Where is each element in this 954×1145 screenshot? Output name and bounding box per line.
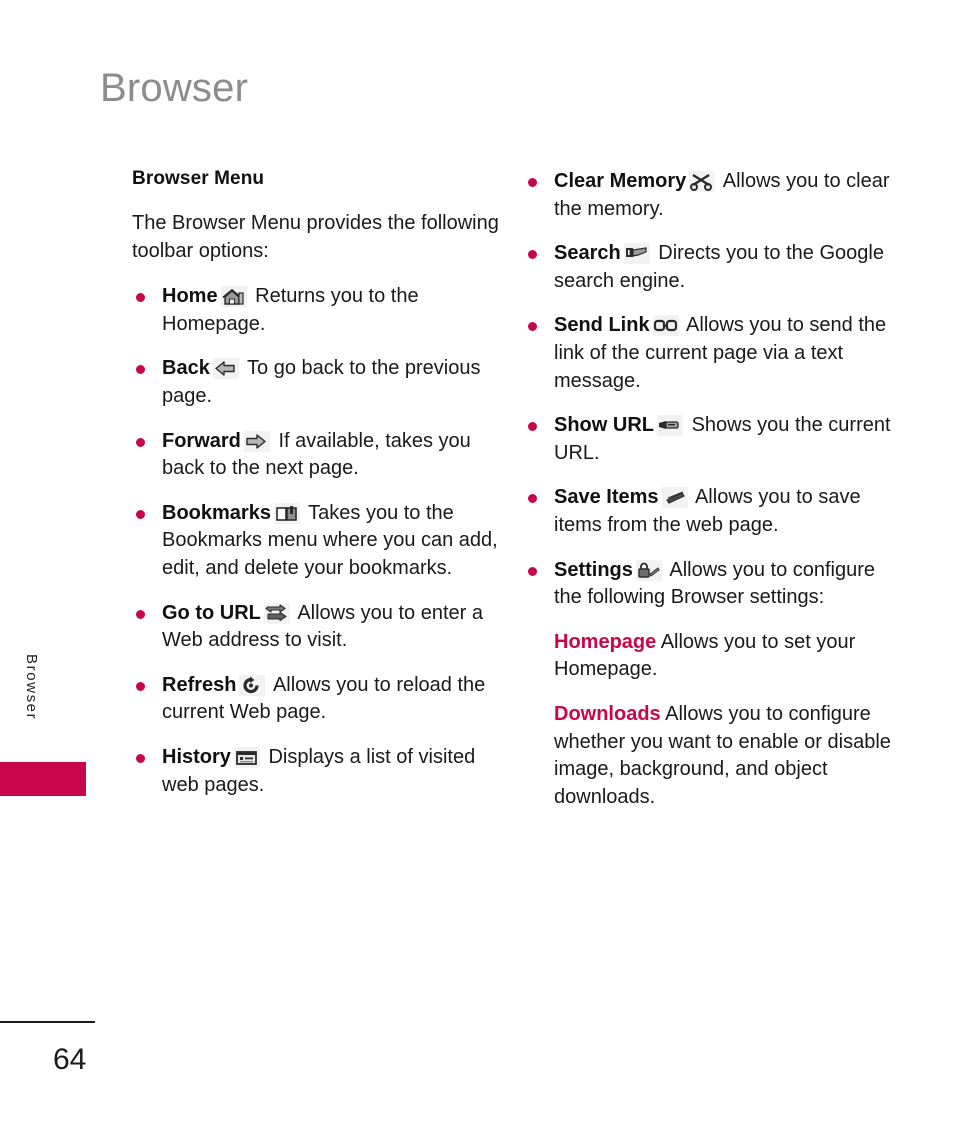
- term-label: Home: [162, 285, 218, 308]
- list-item: Go to URL Allows you to enter a Web addr…: [132, 600, 500, 655]
- bullet-dot-icon: [136, 609, 145, 619]
- settings-sub-item-homepage: Homepage Allows you to set your Homepage…: [524, 629, 892, 684]
- section-title: Browser Menu: [132, 168, 265, 189]
- chain-link-icon: [652, 315, 679, 337]
- term-label: Bookmarks: [162, 501, 271, 524]
- footer-divider: [0, 1021, 95, 1023]
- term-label: Search: [554, 242, 621, 265]
- side-tab-label: Browser: [23, 654, 40, 721]
- bullet-dot-icon: [528, 494, 537, 504]
- list-item: Send Link Allows you to send the link of…: [524, 312, 892, 395]
- side-tab: Browser: [0, 640, 86, 820]
- page-title: Browser: [100, 66, 249, 110]
- page-number: 64: [53, 1043, 87, 1076]
- bullet-dot-icon: [528, 566, 537, 576]
- bullet-dot-icon: [136, 437, 145, 447]
- list-item: History Displays a list of visited web p…: [132, 744, 500, 799]
- left-column: Browser Menu The Browser Menu provides t…: [132, 168, 500, 816]
- settings-sub-item-downloads: Downloads Allows you to configure whethe…: [524, 701, 892, 811]
- term-label: Show URL: [554, 414, 654, 437]
- bullet-dot-icon: [528, 422, 537, 432]
- goto-arrow-icon: [263, 602, 290, 624]
- bullet-dot-icon: [136, 681, 145, 691]
- list-item: Search Directs you to the Google search …: [524, 240, 892, 295]
- term-label: Back: [162, 357, 210, 380]
- bullet-dot-icon: [136, 509, 145, 519]
- list-item: Home Returns you to the Homepage.: [132, 283, 500, 338]
- save-items-icon: [661, 487, 688, 509]
- show-url-icon: [657, 415, 683, 437]
- list-item: Forward If available, takes you back to …: [132, 428, 500, 483]
- list-item: Refresh Allows you to reload the current…: [132, 672, 500, 727]
- sub-term-label: Downloads: [554, 702, 661, 725]
- bullet-dot-icon: [528, 322, 537, 332]
- term-label: Settings: [554, 558, 633, 581]
- history-card-icon: [233, 746, 260, 768]
- term-label: Go to URL: [162, 601, 261, 624]
- list-item: Clear Memory Allows you to clear the mem…: [524, 168, 892, 223]
- house-icon: [220, 286, 247, 308]
- list-item: Bookmarks Takes you to the Bookmarks men…: [132, 500, 500, 583]
- bullet-dot-icon: [136, 293, 145, 303]
- bullet-dot-icon: [136, 753, 145, 763]
- term-label: History: [162, 745, 231, 768]
- term-label: Refresh: [162, 673, 237, 696]
- list-item: Show URL Shows you the current URL.: [524, 412, 892, 467]
- bullet-dot-icon: [136, 365, 145, 375]
- right-column: Clear Memory Allows you to clear the mem…: [524, 168, 892, 828]
- list-item: Save Items Allows you to save items from…: [524, 484, 892, 539]
- padlock-icon: [635, 559, 662, 581]
- term-label: Send Link: [554, 314, 650, 337]
- term-label: Save Items: [554, 486, 659, 509]
- bullet-dot-icon: [528, 250, 537, 260]
- term-label: Clear Memory: [554, 170, 687, 192]
- list-item: Settings Allows you to configure the fol…: [524, 557, 892, 612]
- term-label: Forward: [162, 429, 241, 452]
- intro-paragraph: The Browser Menu provides the following …: [132, 212, 499, 262]
- left-bullet-list: Home Returns you to the Homepage. Back T…: [132, 283, 500, 799]
- refresh-icon: [239, 674, 266, 696]
- search-magnifier-icon: [623, 243, 650, 265]
- left-arrow-icon: [212, 358, 239, 380]
- right-bullet-list: Clear Memory Allows you to clear the mem…: [524, 168, 892, 612]
- bullet-dot-icon: [528, 178, 537, 187]
- right-arrow-icon: [243, 430, 270, 452]
- open-book-icon: [273, 502, 300, 524]
- sub-term-label: Homepage: [554, 630, 657, 653]
- list-item: Back To go back to the previous page.: [132, 355, 500, 410]
- side-tab-color-swatch: [0, 762, 86, 796]
- scissors-icon: [689, 171, 716, 192]
